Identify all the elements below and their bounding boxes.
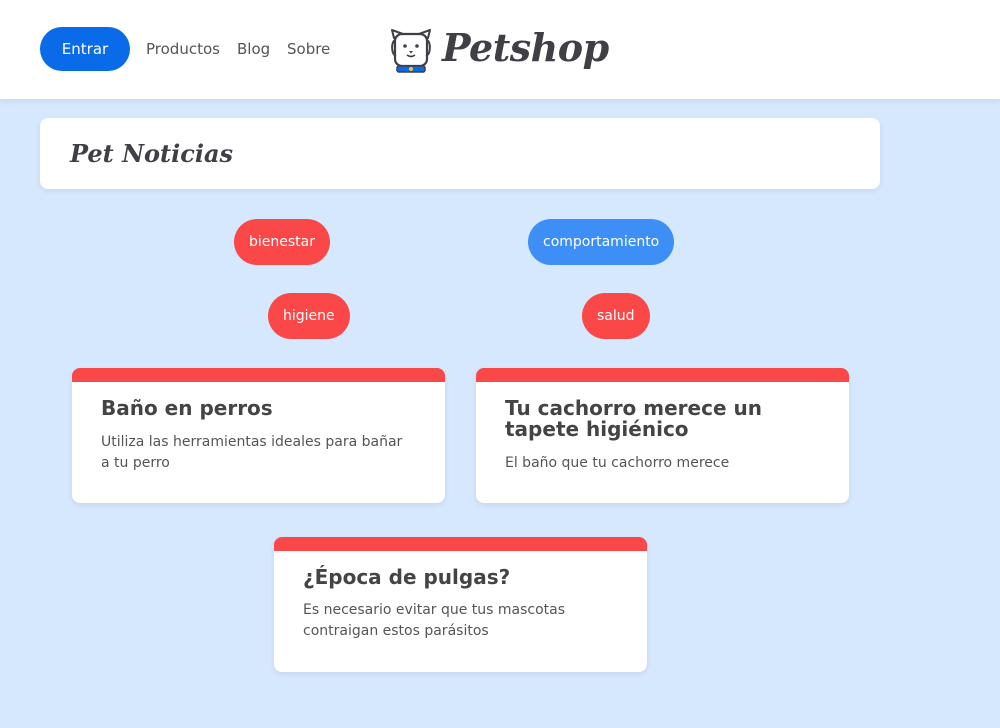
post-description: Utiliza las herramientas ideales para ba… (101, 434, 403, 471)
category-chip-bienestar[interactable]: bienestar (234, 219, 330, 265)
category-chip-comportamiento[interactable]: comportamiento (528, 219, 675, 265)
post-title: Tu cachorro merece un tapete higiénico (505, 396, 762, 441)
post-title: ¿Época de pulgas? (303, 565, 511, 589)
category-chip-higiene[interactable]: higiene (268, 293, 350, 339)
post-card-pulgas[interactable]: ¿Época de pulgas? Es necesario evitar qu… (274, 537, 647, 672)
login-button[interactable]: Entrar (40, 27, 130, 71)
dog-logo-icon[interactable] (388, 24, 434, 76)
nav-link-productos[interactable]: Productos (146, 39, 220, 59)
site-header: Entrar Productos Blog Sobre Petshop (0, 0, 1000, 99)
post-description: Es necesario evitar que tus mascotas con… (303, 602, 566, 639)
section-header: Pet Noticias (40, 118, 880, 189)
post-description: El baño que tu cachorro merece (505, 455, 730, 471)
brand-logo-text[interactable]: Petshop (442, 22, 609, 74)
page-title: Pet Noticias (70, 139, 234, 168)
post-card-tapete[interactable]: Tu cachorro merece un tapete higiénico E… (476, 368, 849, 503)
post-card-bano[interactable]: Baño en perros Utiliza las herramientas … (72, 368, 445, 503)
nav-link-sobre[interactable]: Sobre (287, 39, 330, 59)
post-title: Baño en perros (101, 396, 273, 420)
nav-link-blog[interactable]: Blog (237, 39, 270, 59)
category-chip-salud[interactable]: salud (582, 293, 650, 339)
